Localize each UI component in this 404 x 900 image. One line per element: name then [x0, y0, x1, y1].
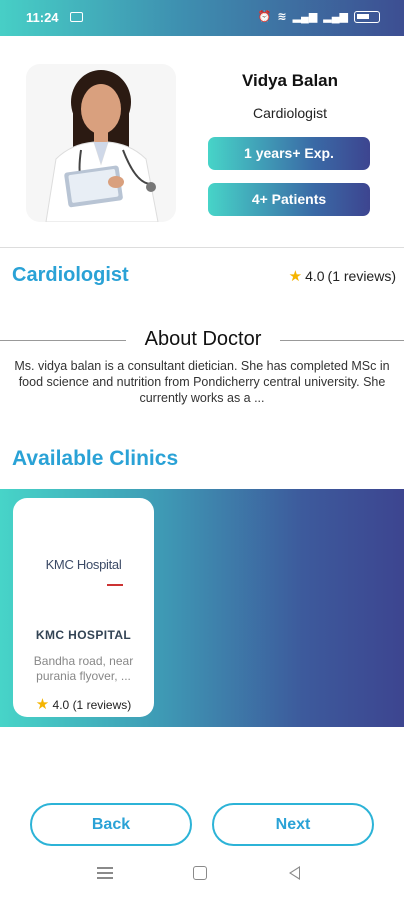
recent-apps-icon[interactable]: [97, 866, 113, 880]
alarm-icon: ⏰: [257, 11, 272, 23]
rating-value: 4.0: [305, 268, 325, 284]
specialty-title: Cardiologist: [12, 264, 129, 286]
clinic-rating-value: 4.0: [52, 698, 70, 712]
clinic-card[interactable]: KMC Hospital KMC HOSPITAL Bandha road, n…: [13, 498, 154, 717]
wifi-icon: ≋: [277, 11, 287, 23]
back-nav-icon[interactable]: [289, 866, 300, 880]
about-text: Ms. vidya balan is a consultant dieticia…: [14, 359, 390, 405]
battery-icon: [354, 10, 380, 23]
status-bar: 11:24 ⏰ ≋ ▂▄▆ ▂▄▆: [0, 0, 404, 36]
signal-icon: ▂▄▆: [292, 11, 318, 23]
doctor-name: Vidya Balan: [241, 71, 339, 90]
experience-badge: 1 years+ Exp.: [208, 137, 370, 170]
clinic-rating-reviews: (1 reviews): [72, 698, 132, 712]
clinic-address: Bandha road, near purania flyover, ...: [33, 654, 134, 683]
clinic-logo-mark: [107, 584, 123, 586]
doctor-rating: ★ 4.0 (1 reviews): [289, 267, 396, 285]
next-button[interactable]: Next: [212, 803, 374, 846]
status-time: 11:24: [26, 10, 59, 25]
clinics-carousel[interactable]: KMC Hospital KMC HOSPITAL Bandha road, n…: [0, 489, 404, 727]
about-title: About Doctor: [144, 328, 262, 350]
status-icons: ⏰ ≋ ▂▄▆ ▂▄▆: [258, 10, 380, 23]
star-icon: ★: [288, 268, 303, 285]
clinic-logo: KMC Hospital: [13, 514, 154, 614]
home-icon[interactable]: [193, 866, 207, 880]
clinic-name: KMC HOSPITAL: [35, 628, 132, 642]
clinic-logo-text: KMC Hospital: [45, 556, 122, 572]
signal-icon-2: ▂▄▆: [323, 11, 348, 23]
doctor-photo: [26, 64, 176, 222]
clinics-title: Available Clinics: [12, 447, 179, 470]
back-button[interactable]: Back: [30, 803, 192, 846]
message-icon: [70, 12, 83, 22]
star-icon: ★: [35, 696, 50, 713]
system-nav-bar: [0, 852, 404, 900]
doctor-profile-card: Vidya Balan Cardiologist 1 years+ Exp. 4…: [0, 36, 404, 248]
patients-badge: 4+ Patients: [208, 183, 370, 216]
divider-right: [280, 340, 404, 341]
divider-left: [0, 340, 126, 341]
rating-reviews: (1 reviews): [327, 268, 396, 284]
clinic-rating: ★ 4.0 (1 reviews): [13, 695, 154, 713]
about-header: About Doctor: [0, 328, 404, 352]
doctor-specialization: Cardiologist: [253, 105, 327, 121]
specialty-row: Cardiologist ★ 4.0 (1 reviews): [0, 248, 404, 308]
